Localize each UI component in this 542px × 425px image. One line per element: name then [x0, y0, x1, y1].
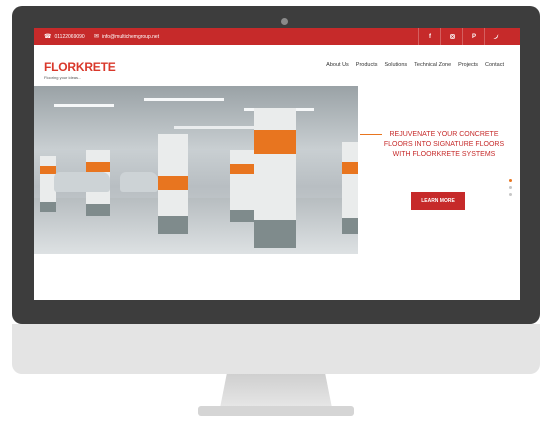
- pillar-base: [254, 220, 296, 248]
- instagram-icon[interactable]: [440, 28, 463, 45]
- slider-dot[interactable]: [509, 186, 512, 189]
- monitor-base: [198, 406, 354, 416]
- logo-text: FLORKRETE: [44, 60, 116, 74]
- slider-dot[interactable]: [509, 193, 512, 196]
- email-address: info@multichemgroup.net: [102, 33, 160, 40]
- brand-logo[interactable]: FLORKRETE Flooring your ideas...: [44, 58, 116, 80]
- camera-icon: [281, 18, 288, 25]
- mail-icon: ✉: [94, 34, 100, 40]
- pillar-stripe: [342, 162, 358, 174]
- pillar-stripe: [86, 162, 110, 172]
- pillar-base: [158, 216, 188, 234]
- pillar: [342, 142, 358, 234]
- accent-line: [360, 134, 382, 135]
- nav-technical-zone[interactable]: Technical Zone: [414, 62, 451, 68]
- facebook-icon[interactable]: f: [418, 28, 441, 45]
- pillar-stripe: [230, 164, 254, 174]
- pillar-stripe: [254, 130, 296, 154]
- instagram-glyph: [449, 34, 455, 39]
- nav-products[interactable]: Products: [356, 62, 378, 68]
- learn-more-button[interactable]: LEARN MORE: [411, 192, 465, 210]
- phone-link[interactable]: ☎ 01122069090: [44, 33, 85, 41]
- parked-car: [120, 172, 158, 192]
- twitter-icon[interactable]: [484, 28, 507, 45]
- email-link[interactable]: ✉ info@multichemgroup.net: [94, 33, 160, 41]
- pillar: [230, 150, 254, 222]
- nav-solutions[interactable]: Solutions: [385, 62, 408, 68]
- pillar-stripe: [40, 166, 56, 174]
- nav-projects[interactable]: Projects: [458, 62, 478, 68]
- pillar: [158, 134, 188, 234]
- pinterest-icon[interactable]: P: [462, 28, 485, 45]
- monitor-chin: [12, 324, 540, 374]
- nav-contact[interactable]: Contact: [485, 62, 504, 68]
- website-screen: ☎ 01122069090 ✉ info@multichemgroup.net …: [34, 28, 520, 300]
- twitter-glyph: [493, 34, 499, 39]
- ceiling-light: [174, 126, 264, 129]
- ceiling-light: [144, 98, 224, 101]
- slider-dot-active[interactable]: [509, 179, 512, 182]
- pillar-base: [86, 204, 110, 216]
- nav-about-us[interactable]: About Us: [326, 62, 349, 68]
- pillar-base: [342, 218, 358, 234]
- top-bar: ☎ 01122069090 ✉ info@multichemgroup.net …: [34, 28, 520, 45]
- hero-tagline: REJUVENATE YOUR CONCRETE FLOORS INTO SIG…: [383, 131, 505, 158]
- monitor-stand: [220, 374, 332, 408]
- hero-image-parking-garage: [34, 86, 358, 254]
- pillar-base: [40, 202, 56, 212]
- phone-number: 01122069090: [54, 33, 85, 40]
- pillar-base: [230, 210, 254, 222]
- ceiling-light: [54, 104, 114, 107]
- main-nav: About Us Products Solutions Technical Zo…: [326, 62, 504, 68]
- parked-car: [54, 172, 110, 192]
- phone-icon: ☎: [44, 34, 52, 40]
- pillar: [254, 108, 296, 248]
- garage-floor: [34, 198, 358, 254]
- pillar-stripe: [158, 176, 188, 190]
- logo-tagline: Flooring your ideas...: [44, 75, 82, 80]
